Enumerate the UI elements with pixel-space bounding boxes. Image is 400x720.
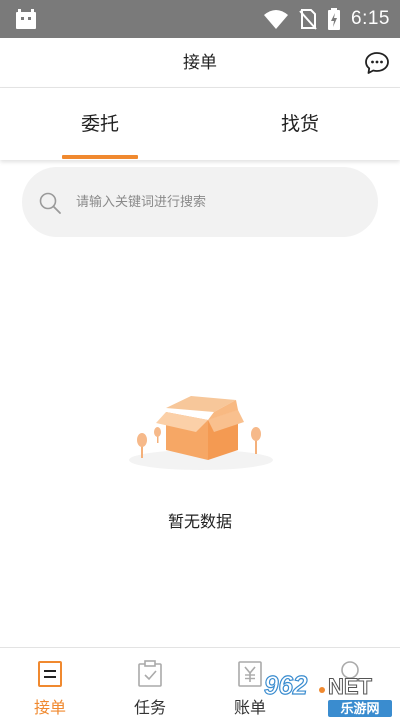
empty-box-icon: [129, 396, 273, 470]
android-notification-icon: [16, 9, 36, 29]
order-list-icon: [38, 661, 62, 687]
page-title: 接单: [183, 53, 217, 73]
bill-yen-icon: [238, 661, 262, 687]
empty-state-text: 暂无数据: [167, 512, 232, 531]
no-sim-icon: [299, 9, 317, 30]
search-bar: [22, 167, 378, 237]
search-input[interactable]: [76, 187, 356, 217]
task-clipboard-icon: [138, 660, 162, 687]
nav-item-tasks[interactable]: 任务: [100, 648, 200, 720]
svg-text:962: 962: [264, 670, 308, 700]
nav-label-tasks: 任务: [133, 698, 166, 717]
battery-charging-icon: [328, 8, 341, 30]
svg-text:NET: NET: [328, 674, 373, 699]
search-icon: [39, 192, 61, 214]
nav-item-orders[interactable]: 接单: [0, 648, 100, 720]
active-tab-indicator: [62, 155, 138, 159]
header: 接单: [0, 38, 400, 88]
tab-entrust[interactable]: 委托: [0, 88, 200, 160]
wifi-icon: [264, 10, 289, 29]
tab-find-goods[interactable]: 找货: [200, 88, 400, 160]
svg-text:乐游网: 乐游网: [340, 701, 379, 717]
status-time: 6:15: [351, 8, 390, 29]
chat-bubble-icon[interactable]: [364, 50, 390, 76]
watermark-logo: 962 NET 乐游网: [263, 669, 392, 717]
nav-label-orders: 接单: [33, 698, 66, 717]
tab-bar: 委托 找货: [0, 88, 400, 160]
status-bar: 6:15: [0, 0, 400, 38]
